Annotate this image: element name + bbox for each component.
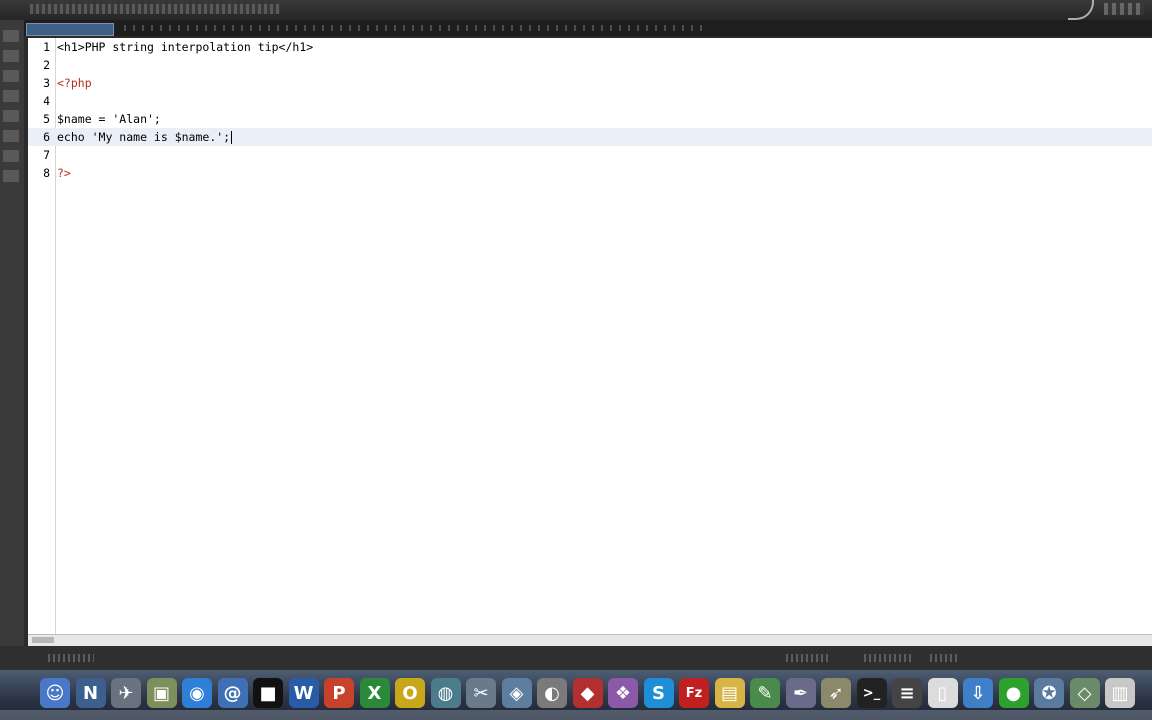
status-bar [0,646,1152,670]
dock-shelf [0,710,1152,720]
rocket-icon[interactable]: ✈ [111,678,141,708]
code-line[interactable]: 3 <?php [28,74,1152,92]
line-number: 6 [43,130,50,144]
feather-icon[interactable]: ➶ [821,678,851,708]
tool-icon[interactable] [3,90,19,102]
code-text: ?> [57,166,71,180]
green-globe-icon[interactable]: ● [998,678,1029,708]
code-line[interactable]: 4 [28,92,1152,110]
status-encoding [786,654,830,662]
terminal-black-icon[interactable]: ■ [253,678,283,708]
code-line[interactable]: 7 [28,146,1152,164]
filezilla-icon[interactable]: Fz [679,678,709,708]
line-number: 1 [43,40,50,54]
ring-icon[interactable]: O [395,678,425,708]
code-text: echo 'My name is $name.'; [57,130,231,144]
tool-icon[interactable] [3,70,19,82]
line-number: 5 [43,112,50,126]
code-editor[interactable]: 1 <h1>PHP string interpolation tip</h1> … [28,38,1152,634]
browser-globe-icon[interactable]: ◉ [182,678,212,708]
app-n-icon[interactable]: N [75,678,106,708]
line-number: 4 [43,94,50,108]
tool-icon[interactable] [3,50,19,62]
globe-icon[interactable]: ◍ [430,678,461,708]
line-number: 3 [43,76,50,90]
photo-icon[interactable]: ▣ [146,678,177,708]
tools-icon[interactable]: ✂ [466,678,496,708]
code-line[interactable]: 1 <h1>PHP string interpolation tip</h1> [28,38,1152,56]
code-line[interactable]: 5 $name = 'Alan'; [28,110,1152,128]
scrollbar-thumb[interactable] [32,637,54,643]
tab-active-file[interactable] [26,23,114,36]
code-text-with-caret: echo 'My name is $name.'; [57,128,233,146]
status-info [48,654,94,662]
window-titlebar [0,0,1152,20]
titlebar-controls [30,4,280,14]
tool-icon[interactable] [3,110,19,122]
tool-icon[interactable] [3,150,19,162]
titlebar-right-controls[interactable] [1104,3,1144,15]
trash-icon[interactable]: ▥ [1105,678,1135,708]
red-box-icon[interactable]: ◆ [572,678,603,708]
downloads-icon[interactable]: ⇩ [963,678,993,708]
tab-strip-labels [124,25,704,31]
status-mode [864,654,912,662]
resize-handle-icon[interactable] [1068,0,1094,20]
console-icon[interactable]: ≡ [892,678,922,708]
tool-icon[interactable] [3,170,19,182]
finder-icon[interactable]: ☺ [40,678,70,708]
script-icon[interactable]: ✎ [750,678,780,708]
text-caret [231,131,233,144]
code-line[interactable]: 2 [28,56,1152,74]
folder-icon[interactable]: ▤ [714,678,745,708]
status-position [930,654,960,662]
skype-icon[interactable]: S [643,678,674,708]
line-number: 7 [43,148,50,162]
cube-icon[interactable]: ◇ [1069,678,1100,708]
network-icon[interactable]: ◈ [501,678,532,708]
word-icon[interactable]: W [288,678,319,708]
line-number: 8 [43,166,50,180]
pen-icon[interactable]: ✒ [785,678,816,708]
powerpoint-icon[interactable]: P [324,678,354,708]
gear-globe-icon[interactable]: ✪ [1034,678,1064,708]
safe-icon[interactable]: ◐ [537,678,567,708]
code-line[interactable]: 8 ?> [28,164,1152,182]
purple-app-icon[interactable]: ❖ [608,678,638,708]
code-text: <h1>PHP string interpolation tip</h1> [57,40,314,54]
line-number: 2 [43,58,50,72]
terminal-icon[interactable]: >_ [856,678,887,708]
mail-icon[interactable]: @ [217,678,248,708]
tool-icon[interactable] [3,30,19,42]
excel-icon[interactable]: X [359,678,390,708]
code-text: <?php [57,76,92,90]
left-tool-strip [0,20,24,646]
dock: ☺ N ✈ ▣ ◉ @ ■ W P X O ◍ ✂ ◈ ◐ ◆ ❖ S Fz ▤ ✎ ✒ ➶ >_ ≡ ▯ ⇩ ● ✪ ◇ ▥ [0,670,1152,720]
tool-icon[interactable] [3,130,19,142]
document-icon[interactable]: ▯ [927,678,958,708]
tab-strip [24,20,1152,36]
code-text: $name = 'Alan'; [57,112,161,126]
code-line-current[interactable]: 6 echo 'My name is $name.'; [28,128,1152,146]
